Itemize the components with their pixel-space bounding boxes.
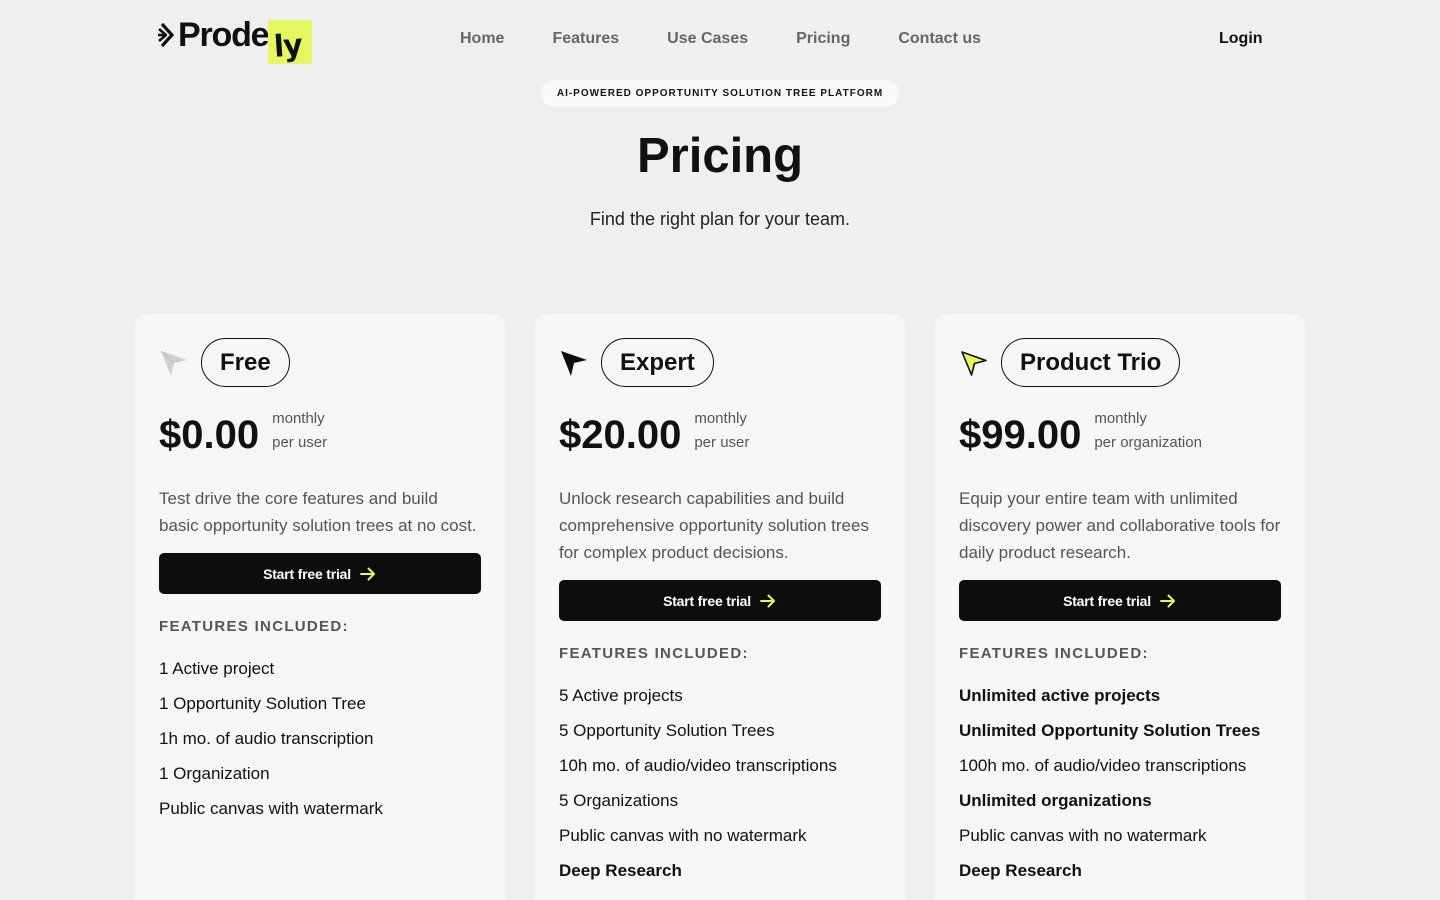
- price-period: monthly: [272, 410, 325, 427]
- feature-item: 1 Active project: [159, 659, 275, 678]
- feature-item: 1h mo. of audio transcription: [159, 729, 374, 748]
- feature-list: 5 Active projects 5 Opportunity Solution …: [559, 685, 881, 882]
- plan-description: Unlock research capabilities and build c…: [559, 489, 869, 562]
- platform-badge: AI-POWERED OPPORTUNITY SOLUTION TREE PLA…: [541, 80, 899, 107]
- nav-use-cases[interactable]: Use Cases: [667, 28, 748, 50]
- plan-description: Equip your entire team with unlimited di…: [959, 489, 1281, 562]
- price-meta: monthly per organization: [1094, 407, 1202, 455]
- feature-list: Unlimited active projects Unlimited Oppor…: [959, 685, 1281, 882]
- site-header: Prode ly Home Features Use Cases Pricing…: [0, 0, 1440, 80]
- features-heading: FEATURES INCLUDED:: [159, 618, 349, 635]
- feature-item: Deep Research: [559, 861, 682, 880]
- logo-main-text: Prode: [178, 16, 270, 54]
- price-period: monthly: [694, 410, 747, 427]
- features-heading: FEATURES INCLUDED:: [959, 645, 1149, 662]
- plan-card-expert: Expert $20.00 monthly per user Unlock re…: [535, 314, 905, 900]
- price-period: monthly: [1094, 410, 1147, 427]
- cursor-arrow-gray-icon: [160, 350, 187, 376]
- logo-arrow-mark-icon: [158, 22, 175, 48]
- price-unit: per user: [272, 434, 328, 451]
- plan-header: Free: [159, 338, 481, 387]
- cta-label: Start free trial: [263, 565, 351, 582]
- cursor-arrow-lime-icon: [961, 350, 987, 376]
- feature-item: 1 Opportunity Solution Tree: [159, 694, 366, 713]
- price-meta: monthly per user: [694, 407, 749, 455]
- plan-price: $99.00: [959, 413, 1082, 457]
- feature-item: Unlimited Opportunity Solution Trees: [959, 721, 1261, 740]
- price-meta: monthly per user: [272, 407, 327, 455]
- cta-label: Start free trial: [663, 592, 751, 609]
- feature-list: 1 Active project 1 Opportunity Solution T…: [159, 658, 481, 820]
- arrow-right-icon: [359, 567, 375, 580]
- feature-item: 5 Opportunity Solution Trees: [559, 721, 775, 740]
- arrow-right-icon: [759, 594, 775, 607]
- plan-card-free: Free $0.00 monthly per user Test drive t…: [135, 314, 505, 900]
- feature-item: 100h mo. of audio/video transcriptions: [959, 756, 1247, 775]
- price-row: $99.00 monthly per organization: [959, 407, 1281, 477]
- price-row: $20.00 monthly per user: [559, 407, 881, 477]
- feature-item: Public canvas with watermark: [159, 799, 383, 818]
- feature-item: Public canvas with no watermark: [959, 826, 1207, 845]
- feature-item: 1 Organization: [159, 764, 270, 783]
- plan-price: $0.00: [159, 413, 260, 457]
- page-title: Pricing: [636, 129, 804, 183]
- nav-features[interactable]: Features: [552, 28, 619, 50]
- feature-item: 5 Organizations: [559, 791, 679, 810]
- start-free-trial-button[interactable]: Start free trial: [559, 580, 881, 621]
- plan-name: Product Trio: [1001, 338, 1181, 387]
- logo-highlight-text: ly: [273, 27, 304, 65]
- plan-name: Expert: [601, 338, 714, 387]
- plan-card-product-trio: Product Trio $99.00 monthly per organiza…: [935, 314, 1305, 900]
- price-row: $0.00 monthly per user: [159, 407, 481, 477]
- logo-text: Prode ly: [178, 16, 313, 65]
- arrow-right-icon: [1159, 594, 1175, 607]
- feature-item: 10h mo. of audio/video transcriptions: [559, 756, 837, 775]
- nav-home[interactable]: Home: [460, 28, 504, 50]
- feature-item: Public canvas with no watermark: [559, 826, 807, 845]
- plan-price: $20.00: [559, 413, 682, 457]
- plan-header: Product Trio: [959, 338, 1281, 387]
- page-subtitle: Find the right plan for your team.: [589, 209, 851, 229]
- logo-highlight: ly: [268, 16, 313, 65]
- main-nav: Home Features Use Cases Pricing Contact …: [436, 28, 1005, 50]
- nav-contact-us[interactable]: Contact us: [898, 28, 981, 50]
- feature-item: 5 Active projects: [559, 686, 683, 705]
- plan-header: Expert: [559, 338, 881, 387]
- feature-item: Unlimited organizations: [959, 791, 1152, 810]
- features-heading: FEATURES INCLUDED:: [559, 645, 749, 662]
- prodely-logo[interactable]: Prode ly: [158, 16, 318, 66]
- nav-pricing[interactable]: Pricing: [796, 28, 850, 50]
- plan-name: Free: [201, 338, 290, 387]
- feature-item: Deep Research: [959, 861, 1082, 880]
- plan-description: Test drive the core features and build b…: [159, 489, 477, 535]
- price-unit: per user: [694, 434, 750, 451]
- feature-item: Unlimited active projects: [959, 686, 1161, 705]
- price-unit: per organization: [1094, 434, 1202, 451]
- start-free-trial-button[interactable]: Start free trial: [159, 553, 481, 594]
- start-free-trial-button[interactable]: Start free trial: [959, 580, 1281, 621]
- cta-label: Start free trial: [1063, 592, 1151, 609]
- login-link[interactable]: Login: [1219, 28, 1263, 50]
- cursor-arrow-black-icon: [561, 350, 587, 376]
